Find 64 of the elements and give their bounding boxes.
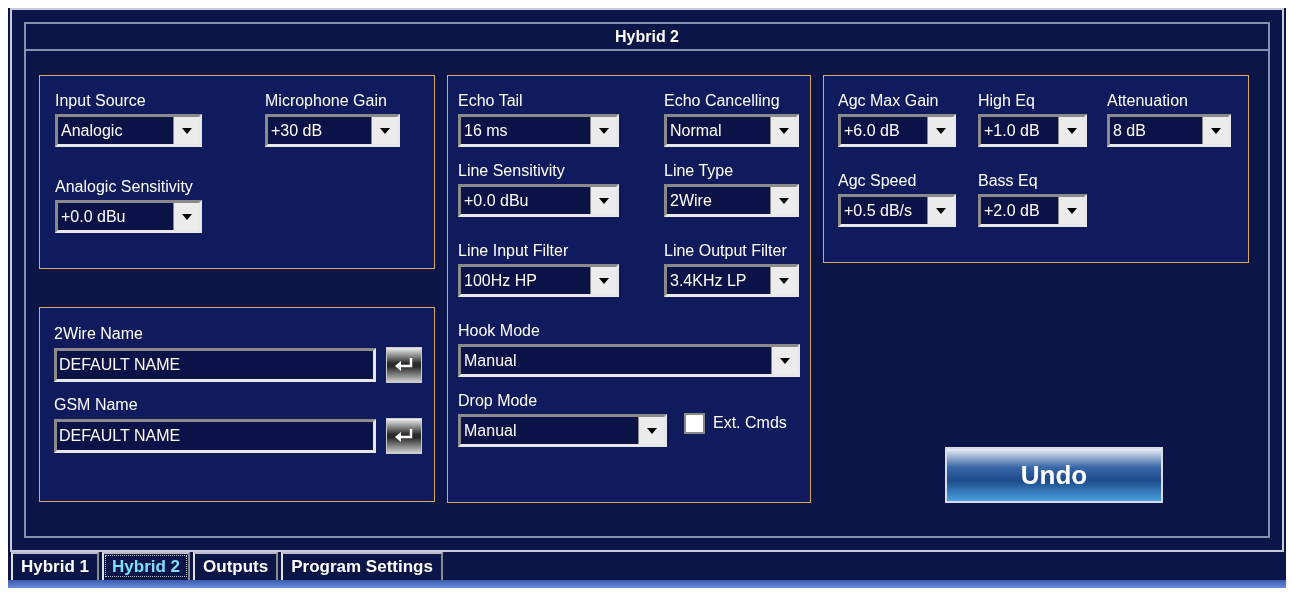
field-label: Agc Max Gain [838, 91, 940, 111]
dropdown[interactable]: 100Hz HP [458, 264, 619, 297]
dropdown[interactable]: +0.5 dB/s [838, 194, 956, 227]
tab[interactable]: Program Settings [281, 552, 443, 580]
name-input[interactable]: DEFAULT NAME [54, 348, 376, 382]
enter-button[interactable] [386, 418, 422, 454]
caret-icon [646, 427, 657, 434]
enter-button[interactable] [386, 347, 422, 383]
caret-icon [598, 277, 609, 284]
caret-icon [778, 197, 789, 204]
field-label: Analogic Sensitivity [55, 177, 194, 197]
name-input[interactable]: DEFAULT NAME [54, 419, 376, 453]
dropdown[interactable]: +6.0 dB [838, 114, 956, 147]
checkbox-label: Ext. Cmds [713, 413, 787, 433]
field-label: Input Source [55, 91, 147, 111]
dropdown[interactable]: 8 dB [1107, 114, 1231, 147]
caret-icon [778, 127, 789, 134]
field-label: Line Output Filter [664, 241, 788, 261]
field-label: Line Type [664, 161, 735, 181]
dropdown[interactable]: +0.0 dBu [55, 200, 202, 233]
field-label: Microphone Gain [265, 91, 388, 111]
caret-icon [779, 357, 790, 364]
dropdown[interactable]: +2.0 dB [978, 194, 1087, 227]
field-label: Agc Speed [838, 171, 918, 191]
dropdown[interactable]: 16 ms [458, 114, 619, 147]
caret-icon [598, 127, 609, 134]
caret-icon [181, 213, 192, 220]
dropdown[interactable]: 3.4KHz LP [664, 264, 799, 297]
panel-title: Hybrid 2 [26, 24, 1268, 51]
field-label: Drop Mode [458, 391, 539, 411]
field-label: Bass Eq [978, 171, 1039, 191]
field-label: Echo Tail [458, 91, 524, 111]
caret-icon [1066, 207, 1077, 214]
caret-icon [1066, 127, 1077, 134]
checkbox[interactable] [684, 412, 705, 434]
field-label: High Eq [978, 91, 1036, 111]
dropdown[interactable]: +30 dB [265, 114, 400, 147]
tab[interactable]: Outputs [193, 552, 279, 580]
field-label: GSM Name [54, 395, 139, 415]
dropdown[interactable]: Normal [664, 114, 799, 147]
dropdown[interactable]: Manual [458, 344, 800, 377]
caret-icon [935, 207, 946, 214]
caret-icon [1210, 127, 1221, 134]
field-label: 2Wire Name [54, 324, 144, 344]
undo-button[interactable]: Undo [945, 447, 1163, 503]
caret-icon [598, 197, 609, 204]
caret-icon [935, 127, 946, 134]
dropdown[interactable]: Manual [458, 414, 667, 447]
dropdown[interactable]: Analogic [55, 114, 202, 147]
enter-icon [393, 428, 415, 444]
caret-icon [778, 277, 789, 284]
dropdown[interactable]: +0.0 dBu [458, 184, 619, 217]
dropdown[interactable]: 2Wire [664, 184, 799, 217]
field-label: Line Sensitivity [458, 161, 566, 181]
field-label: Hook Mode [458, 321, 541, 341]
caret-icon [379, 127, 390, 134]
field-label: Echo Cancelling [664, 91, 781, 111]
tab[interactable]: Hybrid 1 [11, 552, 100, 580]
tab[interactable]: Hybrid 2 [102, 552, 191, 580]
field-label: Line Input Filter [458, 241, 570, 261]
dropdown[interactable]: +1.0 dB [978, 114, 1087, 147]
enter-icon [393, 357, 415, 373]
field-label: Attenuation [1107, 91, 1189, 111]
caret-icon [181, 127, 192, 134]
